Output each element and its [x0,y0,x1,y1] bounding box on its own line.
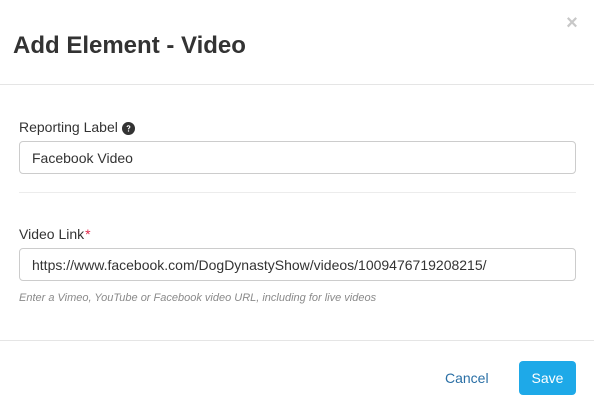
video-link-help-text: Enter a Vimeo, YouTube or Facebook video… [19,292,377,304]
cancel-button[interactable]: Cancel [445,369,489,387]
modal-header: Add Element - Video × [0,0,594,85]
reporting-label-text: Reporting Label [19,119,118,135]
save-button[interactable]: Save [519,361,576,395]
close-icon[interactable]: × [565,13,579,33]
modal-footer: Cancel Save [0,340,594,411]
required-marker: * [85,226,91,242]
video-link-input[interactable] [19,248,576,281]
section-divider [19,192,576,193]
video-link-label: Video Link * [19,225,91,243]
add-element-video-modal: Add Element - Video × Reporting Label Vi… [0,0,594,411]
modal-title: Add Element - Video [13,32,246,59]
video-link-text: Video Link [19,226,85,242]
reporting-label-label: Reporting Label [19,118,135,136]
question-circle-icon[interactable] [121,121,135,135]
reporting-label-input[interactable] [19,141,576,174]
